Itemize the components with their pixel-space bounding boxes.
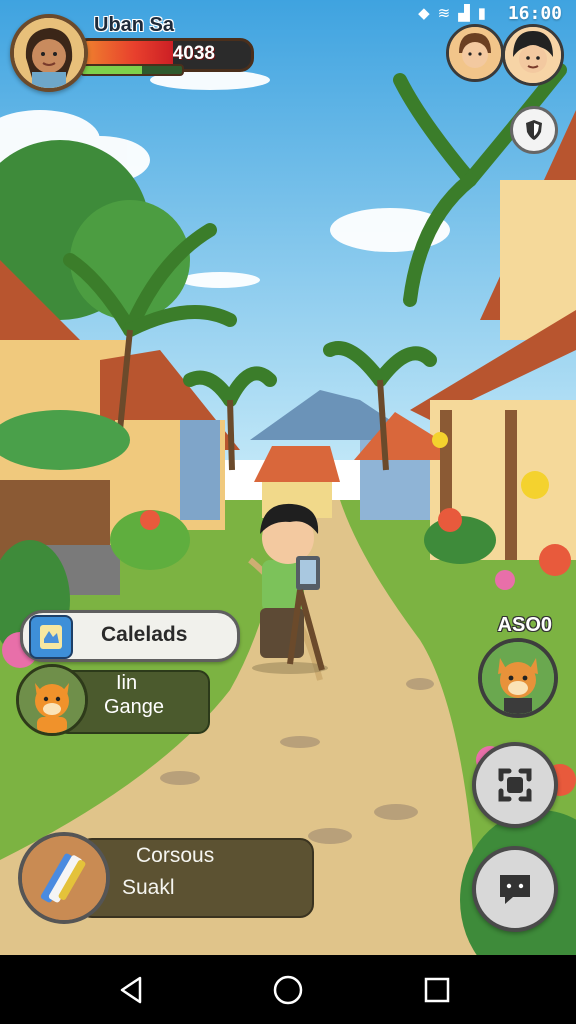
clock: 16:00 (507, 3, 562, 24)
expand-icon (498, 768, 532, 802)
shield-button[interactable] (510, 106, 558, 154)
chat-button[interactable] (472, 846, 558, 932)
crayon-item-icon (22, 836, 106, 920)
xp-bar (80, 64, 184, 76)
pet-panel[interactable]: Iin Gange (16, 664, 210, 736)
companion-button[interactable] (478, 638, 558, 718)
item-panel[interactable]: Corsous Suakl (18, 832, 314, 924)
expand-button[interactable] (472, 742, 558, 828)
chat-icon (500, 875, 530, 904)
friend-portrait (505, 27, 561, 83)
quest-button-label: Calelads (101, 623, 188, 646)
item-slot (18, 832, 110, 924)
pet-panel-line1: Iin (116, 672, 138, 694)
companion-label: ASO0 (497, 614, 552, 636)
quest-button[interactable]: Calelads (20, 610, 240, 662)
back-button[interactable] (114, 973, 148, 1007)
pet-avatar (16, 664, 88, 736)
hero-character (252, 503, 328, 674)
player-avatar[interactable] (10, 14, 88, 92)
wifi-icon: ≋ (437, 5, 451, 22)
player-name: Uban Sa (94, 14, 175, 36)
recent-apps-icon (424, 977, 450, 1003)
item-panel-line1: Corsous (136, 844, 215, 867)
friend-avatar[interactable] (446, 24, 504, 82)
item-panel-line2: Suakl (122, 876, 175, 899)
hp-value: 4038 (172, 43, 215, 64)
xp-bar-fill (82, 66, 142, 74)
recent-apps-button[interactable] (420, 973, 454, 1007)
status-icons: ◆ ≋ ▟ ▮ (418, 4, 486, 22)
pet-panel-line2: Gange (104, 696, 165, 718)
friend-portrait (449, 27, 501, 79)
home-button[interactable] (271, 973, 305, 1007)
home-icon (273, 975, 303, 1005)
cat-companion-icon (482, 642, 554, 714)
shield-icon (526, 120, 542, 140)
quest-scroll-icon (29, 615, 73, 659)
battery-icon: ▮ (477, 5, 486, 22)
navigation-bar (0, 955, 576, 1024)
signal-icon: ▟ (458, 5, 470, 22)
tiger-pet-icon (19, 667, 85, 733)
wifi-icon: ◆ (418, 5, 430, 22)
status-bar: ◆ ≋ ▟ ▮ 16:00 (0, 0, 576, 26)
back-icon (120, 976, 142, 1004)
friend-avatar[interactable] (502, 24, 564, 86)
player-portrait (14, 18, 84, 88)
friends-list (446, 24, 564, 86)
